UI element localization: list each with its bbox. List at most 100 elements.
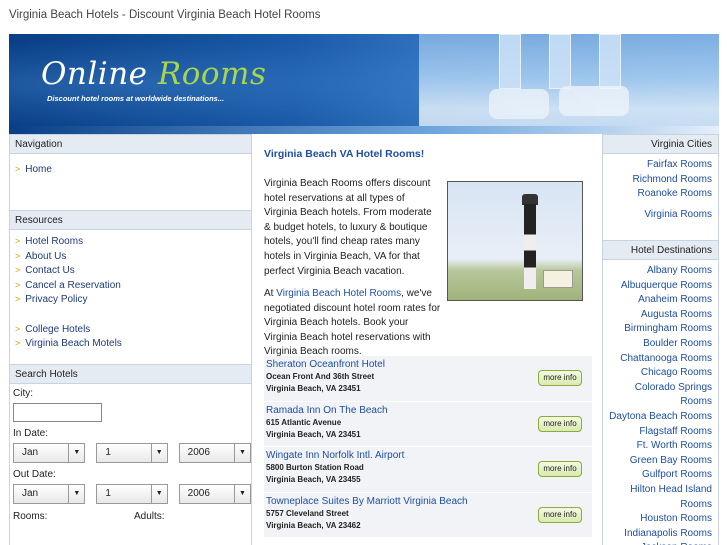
city-link[interactable]: Virginia Rooms — [644, 209, 712, 220]
right-sidebar: Virginia Cities Fairfax Rooms Richmond Ro… — [602, 134, 719, 545]
in-year-select[interactable]: 2006 ▼ — [178, 442, 251, 463]
nav-item-virginia-beach-motels[interactable]: > Virginia Beach Motels — [15, 336, 251, 351]
city-link-item[interactable]: Boulder Rooms — [603, 337, 712, 352]
chevron-right-icon: > — [15, 164, 21, 174]
hotel-name-link[interactable]: Ramada Inn On The Beach — [266, 404, 592, 417]
city-link-item[interactable]: Flagstaff Rooms — [603, 425, 712, 440]
main-heading: Virginia Beach VA Hotel Rooms! — [264, 148, 425, 160]
city-link[interactable]: Hilton Head Island Rooms — [630, 484, 712, 510]
city-link[interactable]: Houston Rooms — [640, 513, 712, 524]
city-link[interactable]: Albany Rooms — [647, 265, 712, 276]
city-link[interactable]: Chicago Rooms — [641, 367, 712, 378]
hotel-item: Sheraton Oceanfront Hotel Ocean Front An… — [264, 356, 592, 402]
city-link-item[interactable]: Houston Rooms — [603, 512, 712, 527]
city-link-item[interactable]: Albany Rooms — [603, 264, 712, 279]
chevron-right-icon: > — [15, 250, 21, 261]
city-link-item[interactable]: Fairfax Rooms — [603, 158, 712, 173]
hotel-item: Towneplace Suites By Marriott Virginia B… — [264, 492, 592, 538]
left-sidebar: Navigation > Home Resources > Hotel Rooms … — [9, 134, 252, 545]
resources-heading: Resources — [10, 210, 251, 230]
city-label: City: — [13, 387, 33, 399]
city-link-item[interactable]: Colorado Springs Rooms — [603, 381, 712, 410]
city-link[interactable]: Chattanooga Rooms — [620, 353, 712, 364]
bedroom-photo — [419, 34, 719, 134]
virginia-cities-heading: Virginia Cities — [603, 134, 718, 154]
city-link-item[interactable]: Chicago Rooms — [603, 366, 712, 381]
city-link[interactable]: Gulfport Rooms — [642, 469, 712, 480]
chevron-right-icon: > — [15, 338, 21, 349]
more-info-button[interactable]: more info — [538, 415, 582, 432]
chevron-right-icon: > — [15, 279, 21, 290]
adults-label: Adults: — [134, 510, 165, 522]
city-link[interactable]: Fairfax Rooms — [647, 159, 712, 170]
city-link-item[interactable]: Gulfport Rooms — [603, 468, 712, 483]
city-link[interactable]: Ft. Worth Rooms — [637, 440, 712, 451]
in-day-select[interactable]: 1 ▼ — [96, 442, 168, 463]
city-link-item[interactable]: Green Bay Rooms — [603, 454, 712, 469]
nav-item-cancel-reservation[interactable]: > Cancel a Reservation — [15, 278, 251, 293]
out-month-select[interactable]: Jan ▼ — [13, 483, 86, 504]
out-date-label: Out Date: — [13, 468, 56, 480]
header-banner: Online Rooms Discount hotel rooms at wor… — [9, 34, 719, 134]
city-link[interactable]: Richmond Rooms — [633, 174, 712, 185]
city-link-item[interactable]: Birmingham Rooms — [603, 322, 712, 337]
city-link[interactable]: Boulder Rooms — [643, 338, 712, 349]
dropdown-arrow-icon: ▼ — [234, 443, 250, 462]
in-month-select[interactable]: Jan ▼ — [13, 442, 86, 463]
chevron-right-icon: > — [15, 236, 21, 246]
virginia-beach-hotel-rooms-link[interactable]: Virginia Beach Hotel Rooms — [276, 288, 401, 299]
city-input[interactable] — [13, 402, 102, 422]
hotel-name-link[interactable]: Towneplace Suites By Marriott Virginia B… — [266, 495, 592, 508]
hotel-item: Wingate Inn Norfolk Intl. Airport 5800 B… — [264, 447, 592, 493]
search-hotels-heading: Search Hotels — [10, 363, 251, 384]
city-link-item[interactable]: Indianapolis Rooms — [603, 527, 712, 542]
page-title: Virginia Beach Hotels - Discount Virgini… — [9, 9, 321, 21]
nav-item-contact-us[interactable]: > Contact Us — [15, 263, 251, 278]
city-link[interactable]: Indianapolis Rooms — [624, 528, 712, 539]
intro-paragraph: Virginia Beach Rooms offers discount hot… — [264, 178, 432, 277]
city-link-item[interactable]: Chattanooga Rooms — [603, 352, 712, 367]
dropdown-arrow-icon: ▼ — [68, 484, 84, 503]
out-year-select[interactable]: 2006 ▼ — [178, 483, 251, 504]
search-hotels-form: City: In Date: Jan ▼ 1 ▼ 2006 ▼ Out Date: J… — [10, 384, 251, 524]
out-day-select[interactable]: 1 ▼ — [96, 483, 168, 504]
city-link[interactable]: Birmingham Rooms — [624, 323, 712, 334]
city-link[interactable]: Roanoke Rooms — [638, 188, 712, 199]
city-link[interactable]: Albuquerque Rooms — [621, 280, 712, 291]
city-link-item[interactable]: Richmond Rooms — [603, 173, 712, 188]
lighthouse-photo — [447, 181, 583, 301]
chevron-right-icon: > — [15, 323, 21, 334]
city-link[interactable]: Daytona Beach Rooms — [609, 411, 712, 422]
city-link-item[interactable]: Roanoke Rooms — [603, 187, 712, 202]
more-info-button[interactable]: more info — [538, 506, 582, 523]
nav-item-college-hotels[interactable]: > College Hotels — [15, 322, 251, 337]
city-link-item[interactable]: Ft. Worth Rooms — [603, 439, 712, 454]
city-link-item[interactable]: Virginia Rooms — [603, 208, 712, 223]
city-link-item[interactable]: Daytona Beach Rooms — [603, 410, 712, 425]
city-link[interactable]: Anaheim Rooms — [638, 294, 712, 305]
city-link-item[interactable]: Augusta Rooms — [603, 308, 712, 323]
city-link-item[interactable]: Jackson Rooms — [603, 541, 712, 545]
chevron-right-icon: > — [15, 294, 21, 305]
nav-item-home[interactable]: > Home — [15, 162, 251, 177]
nav-item-hotel-rooms[interactable]: > Hotel Rooms — [15, 234, 251, 249]
in-date-label: In Date: — [13, 427, 49, 439]
about-paragraph: At Virginia Beach Hotel Rooms, we've neg… — [264, 288, 441, 358]
more-info-button[interactable]: more info — [538, 370, 582, 386]
city-link[interactable]: Augusta Rooms — [641, 309, 712, 320]
main-content: Virginia Beach VA Hotel Rooms! Virginia … — [254, 134, 602, 545]
city-link[interactable]: Flagstaff Rooms — [639, 426, 712, 437]
city-link[interactable]: Colorado Springs Rooms — [635, 382, 712, 408]
dropdown-arrow-icon: ▼ — [150, 443, 167, 462]
chevron-right-icon: > — [15, 265, 21, 276]
nav-item-privacy-policy[interactable]: > Privacy Policy — [15, 292, 251, 307]
site-logo[interactable]: Online Rooms — [41, 56, 266, 92]
city-link[interactable]: Green Bay Rooms — [630, 455, 712, 466]
dropdown-arrow-icon: ▼ — [150, 484, 167, 503]
more-info-button[interactable]: more info — [538, 461, 582, 477]
city-link-item[interactable]: Hilton Head Island Rooms — [603, 483, 712, 512]
city-link-item[interactable]: Albuquerque Rooms — [603, 279, 712, 294]
nav-item-about-us[interactable]: > About Us — [15, 249, 251, 264]
hotel-list: Sheraton Oceanfront Hotel Ocean Front An… — [264, 356, 592, 538]
city-link-item[interactable]: Anaheim Rooms — [603, 293, 712, 308]
